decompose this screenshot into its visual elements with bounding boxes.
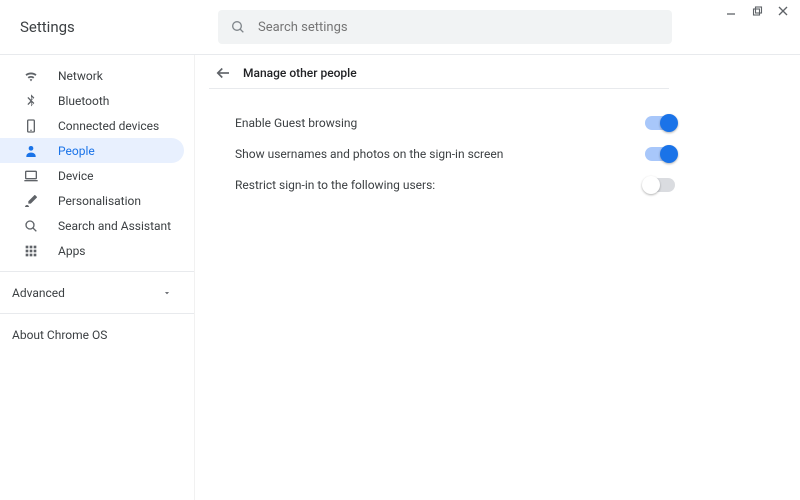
laptop-icon [22,167,40,185]
person-icon [22,142,40,160]
setting-label: Enable Guest browsing [235,116,357,130]
sidebar-item-personalisation[interactable]: Personalisation [0,188,184,213]
maximize-icon[interactable] [750,4,764,18]
arrow-left-icon [214,64,232,82]
sidebar-item-label: Search and Assistant [58,219,171,233]
about-label: About Chrome OS [12,328,107,342]
apps-icon [22,242,40,260]
setting-guest-browsing: Enable Guest browsing [235,107,675,138]
settings-list: Enable Guest browsing Show usernames and… [235,89,675,200]
sidebar-item-search-assistant[interactable]: Search and Assistant [0,213,184,238]
toggle-restrict-signin[interactable] [645,178,675,192]
sidebar-item-label: Apps [58,244,86,258]
toggle-knob [642,176,660,194]
sidebar-item-people[interactable]: People [0,138,184,163]
subheader: Manage other people [209,55,669,89]
page-title: Settings [20,18,218,36]
setting-label: Restrict sign-in to the following users: [235,178,435,192]
sidebar-divider [0,313,194,314]
setting-restrict-signin: Restrict sign-in to the following users: [235,169,675,200]
close-icon[interactable] [776,4,790,18]
wifi-icon [22,67,40,85]
toggle-show-usernames[interactable] [645,147,675,161]
sidebar-item-label: Connected devices [58,119,159,133]
window-controls [724,4,790,18]
sidebar-advanced[interactable]: Advanced [0,280,194,305]
search-sidebar-icon [22,217,40,235]
toggle-knob [660,114,678,132]
phone-icon [22,117,40,135]
setting-show-usernames: Show usernames and photos on the sign-in… [235,138,675,169]
back-button[interactable] [209,64,237,82]
sidebar-item-network[interactable]: Network [0,63,184,88]
chevron-down-icon [162,288,172,298]
toggle-knob [660,145,678,163]
brush-icon [22,192,40,210]
sidebar-about[interactable]: About Chrome OS [0,322,194,347]
minimize-icon[interactable] [724,4,738,18]
search-icon [230,19,246,35]
main-content: Manage other people Enable Guest browsin… [195,55,800,500]
sidebar-item-apps[interactable]: Apps [0,238,184,263]
sidebar-item-label: People [58,144,95,158]
setting-label: Show usernames and photos on the sign-in… [235,147,503,161]
search-container[interactable] [218,10,672,44]
bluetooth-icon [22,92,40,110]
subheader-title: Manage other people [243,66,357,80]
sidebar-item-label: Network [58,69,103,83]
search-input[interactable] [258,20,660,35]
sidebar-divider [0,271,194,272]
toggle-guest-browsing[interactable] [645,116,675,130]
sidebar-item-label: Device [58,169,94,183]
header: Settings [0,0,800,55]
sidebar: Network Bluetooth Connected devices Peop… [0,55,195,500]
sidebar-item-bluetooth[interactable]: Bluetooth [0,88,184,113]
sidebar-item-connected-devices[interactable]: Connected devices [0,113,184,138]
sidebar-item-device[interactable]: Device [0,163,184,188]
advanced-label: Advanced [12,286,65,300]
body: Network Bluetooth Connected devices Peop… [0,55,800,500]
sidebar-item-label: Personalisation [58,194,141,208]
sidebar-item-label: Bluetooth [58,94,109,108]
